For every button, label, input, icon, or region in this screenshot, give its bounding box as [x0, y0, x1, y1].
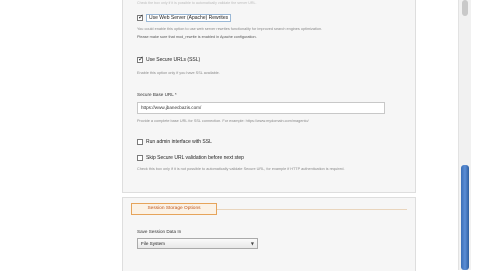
- mod-rewrite-note: Please make sure that mod_rewrite is ena…: [137, 35, 257, 39]
- scrollbar-thumb[interactable]: [461, 165, 469, 270]
- top-note: Check the box only if it is possible to …: [137, 1, 257, 5]
- skip-validation-checkbox[interactable]: [137, 155, 143, 161]
- admin-ssl-checkbox[interactable]: [137, 139, 143, 145]
- installer-page: Check the box only if it is possible to …: [0, 0, 480, 271]
- skip-validation-label[interactable]: Skip Secure URL validation before next s…: [146, 155, 244, 161]
- web-server-rewrites-row[interactable]: Use Web Server (Apache) Rewrites: [137, 13, 232, 22]
- scrollbar-top-handle[interactable]: [462, 0, 468, 16]
- secure-base-url-note: Provide a complete base URL for SSL conn…: [137, 119, 309, 123]
- admin-ssl-label[interactable]: Run admin interface with SSL: [146, 139, 212, 145]
- secure-urls-row[interactable]: Use Secure URLs (SSL): [137, 55, 200, 63]
- secure-urls-label[interactable]: Use Secure URLs (SSL): [146, 57, 200, 63]
- secure-base-url-label: Secure Base URL *: [137, 92, 177, 97]
- web-server-rewrites-checkbox[interactable]: [137, 13, 144, 21]
- skip-validation-row[interactable]: Skip Secure URL validation before next s…: [137, 155, 244, 161]
- session-storage-legend: Session Storage Options: [131, 203, 217, 215]
- admin-ssl-row[interactable]: Run admin interface with SSL: [137, 139, 212, 145]
- save-session-label: Save Session Data In: [137, 229, 182, 234]
- chevron-down-icon: ▼: [250, 241, 254, 246]
- web-server-rewrites-note: You could enable this option to use web …: [137, 27, 323, 31]
- secure-urls-note: Enable this option only if you have SSL …: [137, 71, 220, 75]
- secure-base-url-input[interactable]: https://www.jbanecbazis.com/: [137, 102, 385, 114]
- web-server-rewrites-label[interactable]: Use Web Server (Apache) Rewrites: [146, 14, 232, 22]
- skip-validation-note: Check this box only if it is not possibl…: [137, 167, 345, 171]
- secure-urls-checkbox[interactable]: [137, 55, 144, 63]
- session-storage-selected-value: File System: [141, 241, 165, 246]
- fieldset-divider: [217, 209, 407, 210]
- session-storage-select[interactable]: File System ▼: [137, 238, 258, 249]
